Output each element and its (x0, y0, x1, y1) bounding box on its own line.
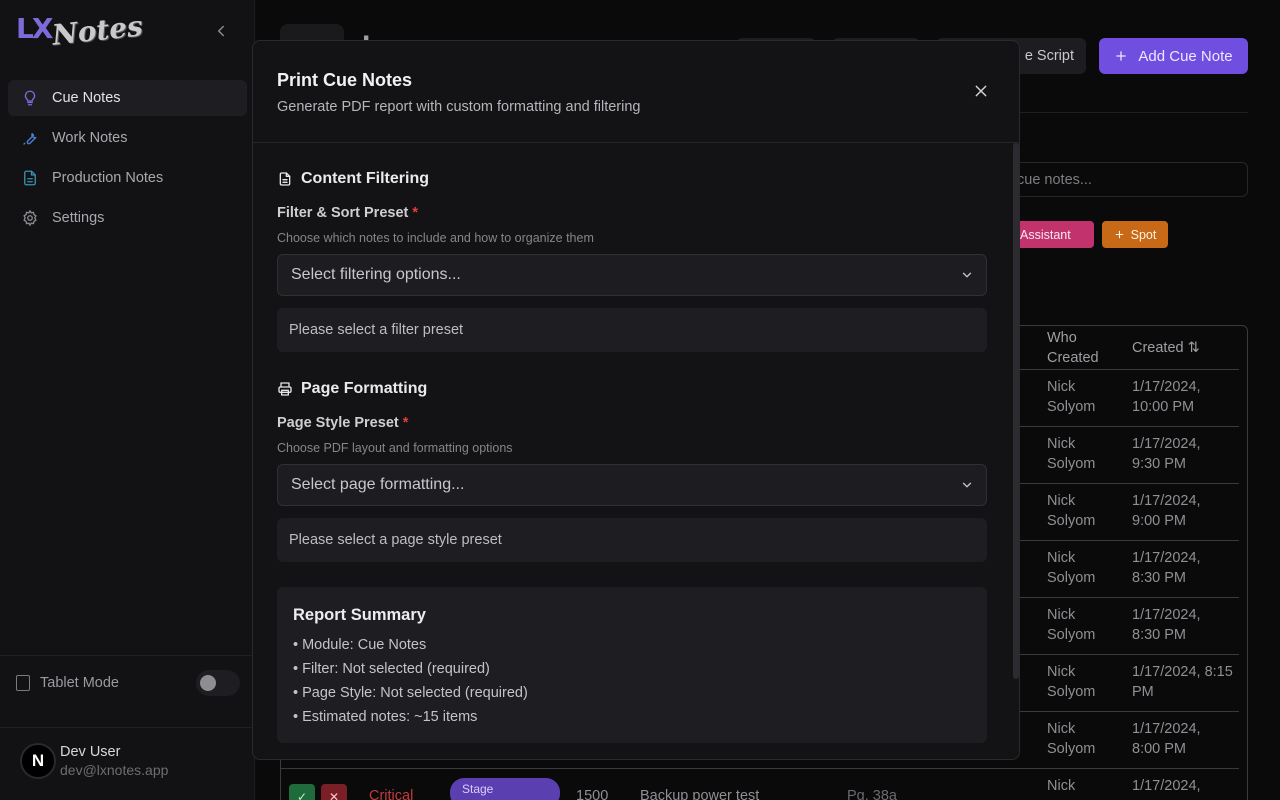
summary-line: • Filter: Not selected (required) (293, 661, 490, 677)
section-title: Page Formatting (301, 380, 428, 397)
chevron-down-icon (962, 272, 972, 278)
dialog-title: Print Cue Notes (277, 70, 413, 90)
page-formatting-heading: Page Formatting (277, 380, 427, 398)
page-style-help: Choose PDF layout and formatting options (277, 441, 513, 455)
filter-preset-help: Choose which notes to include and how to… (277, 231, 594, 245)
filter-preset-notice: Please select a filter preset (277, 308, 987, 352)
filter-preset-label: Filter & Sort Preset * (277, 205, 418, 221)
select-value: Select page formatting... (291, 476, 465, 493)
select-value: Select filtering options... (291, 266, 461, 283)
required-mark: * (402, 415, 409, 431)
content-filtering-heading: Content Filtering (277, 170, 429, 188)
dialog-scrollbar[interactable] (1013, 143, 1019, 679)
print-cue-notes-dialog: Print Cue Notes Generate PDF report with… (252, 40, 1020, 760)
dialog-header-divider (253, 142, 1019, 143)
summary-title: Report Summary (293, 606, 426, 624)
close-icon (975, 85, 987, 97)
summary-line: • Estimated notes: ~15 items (293, 709, 478, 725)
document-icon (277, 171, 293, 187)
label-text: Filter & Sort Preset (277, 205, 409, 221)
dialog-subtitle: Generate PDF report with custom formatti… (277, 99, 641, 115)
summary-line: • Module: Cue Notes (293, 637, 427, 653)
printer-icon (277, 381, 293, 397)
page-style-select[interactable]: Select page formatting... (277, 464, 987, 506)
chevron-down-icon (962, 482, 972, 488)
required-mark: * (412, 205, 418, 221)
filter-preset-select[interactable]: Select filtering options... (277, 254, 987, 296)
summary-line: • Page Style: Not selected (required) (293, 685, 528, 701)
close-button[interactable] (969, 79, 993, 103)
page-style-notice: Please select a page style preset (277, 518, 987, 562)
section-title: Content Filtering (301, 170, 429, 187)
page-style-label: Page Style Preset * (277, 415, 408, 431)
label-text: Page Style Preset (277, 415, 399, 431)
report-summary: Report Summary • Module: Cue Notes • Fil… (277, 587, 987, 743)
